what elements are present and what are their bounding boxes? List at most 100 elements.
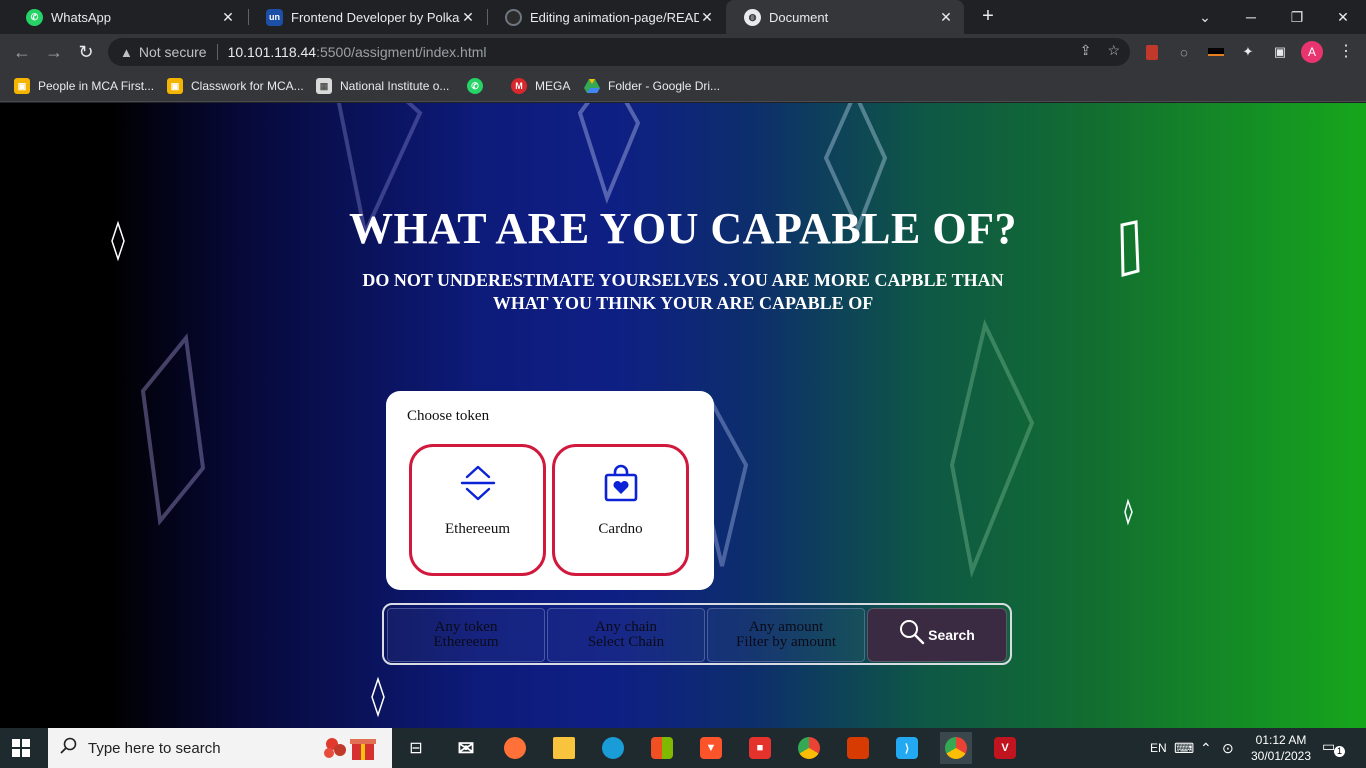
chain-filter-label: Any chain [594, 619, 658, 635]
security-label: Not secure [138, 44, 207, 60]
search-icon [60, 737, 78, 759]
forward-button[interactable]: → [42, 40, 66, 64]
bookmark-label: People in MCA First... [38, 79, 155, 93]
token-filter[interactable]: Any token Ethereeum [387, 608, 545, 662]
classroom-icon: ▣ [167, 78, 183, 94]
browser-toolbar: ← → ↻ ▲ Not secure 10.101.118.44 :5500/a… [0, 34, 1366, 70]
tab-title: WhatsApp [51, 9, 111, 25]
bookmark-item[interactable]: Folder - Google Dri... [584, 76, 720, 96]
firefox-app-icon[interactable] [499, 732, 531, 764]
bookmark-label: National Institute o... [340, 79, 450, 93]
notification-center-icon[interactable]: ▭ 1 [1322, 738, 1345, 758]
amount-filter[interactable]: Any amount Filter by amount [707, 608, 865, 662]
mega-icon: M [511, 78, 527, 94]
extension-bulb-icon[interactable]: ◌ [1174, 42, 1194, 62]
diamond-shape [577, 103, 641, 204]
bookmark-item[interactable]: ▣ People in MCA First... [14, 76, 154, 96]
token-filter-value: Ethereeum [433, 634, 499, 650]
tab-polkadex[interactable]: un Frontend Developer by Polkadex ✕ [248, 0, 486, 34]
extensions-puzzle-icon[interactable]: ✦ [1238, 42, 1258, 62]
language-indicator[interactable]: EN [1150, 728, 1167, 768]
close-icon[interactable]: ✕ [699, 9, 715, 26]
google-drive-icon [584, 78, 600, 94]
classroom-icon: ▣ [14, 78, 30, 94]
amount-filter-label: Any amount [748, 619, 824, 635]
small-diamond [371, 676, 385, 718]
filter-search-bar: Any token Ethereeum Any chain Select Cha… [382, 603, 1012, 665]
bookmark-star-icon[interactable]: ☆ [1107, 42, 1120, 59]
chrome-app-icon[interactable] [793, 732, 825, 764]
page-title: WHAT ARE YOU CAPABLE OF? [349, 204, 1017, 253]
task-view-icon[interactable]: ⊟ [400, 732, 432, 764]
side-panel-icon[interactable]: ▣ [1270, 42, 1290, 62]
share-icon[interactable]: ⇪ [1080, 42, 1092, 59]
chain-filter-value: Select Chain [587, 634, 665, 650]
minimize-button[interactable]: ─ [1228, 0, 1274, 34]
diamond-shape [949, 319, 1035, 579]
token-name: Cardno [598, 521, 643, 537]
page-viewport: WHAT ARE YOU CAPABLE OF? DO NOT UNDEREST… [0, 103, 1366, 728]
tab-search-chevron-icon[interactable]: ⌄ [1182, 0, 1228, 34]
network-icon[interactable]: ⊙ [1222, 728, 1234, 768]
restore-button[interactable]: ❐ [1274, 0, 1320, 34]
chrome-profile-app-icon[interactable] [940, 732, 972, 764]
warning-icon[interactable]: ▲ [120, 45, 133, 60]
tab-document[interactable]: ◍ Document ✕ [726, 0, 964, 34]
token-option-ethereeum[interactable]: Ethereeum [409, 444, 546, 576]
small-diamond [1124, 498, 1133, 526]
tab-title: Editing animation-page/README [530, 9, 699, 25]
address-bar[interactable]: ▲ Not secure 10.101.118.44 :5500/assigme… [108, 38, 1130, 66]
file-explorer-app-icon[interactable] [548, 732, 580, 764]
brave-app-icon[interactable]: ▼ [695, 732, 727, 764]
edge-app-icon[interactable] [597, 732, 629, 764]
extension-book-icon[interactable] [1142, 42, 1162, 62]
unstop-icon: un [266, 8, 283, 26]
bookmark-item[interactable]: ▣ Classwork for MCA... [167, 76, 304, 96]
token-option-cardno[interactable]: Cardno [552, 444, 689, 576]
token-filter-label: Any token [434, 619, 498, 635]
keyboard-icon[interactable]: ⌨ [1174, 728, 1194, 768]
choose-token-label: Choose token [407, 408, 490, 424]
back-button[interactable]: ← [10, 40, 34, 64]
vscode-app-icon[interactable]: ⟩ [891, 732, 923, 764]
token-name: Ethereeum [445, 521, 510, 537]
bookmark-item[interactable]: ✆ [467, 76, 491, 96]
choose-token-card: Choose token Ethereeum Cardno [386, 391, 714, 590]
recorder-app-icon[interactable]: ■ [744, 732, 776, 764]
tab-title: Document [769, 9, 829, 25]
search-button[interactable]: Search [867, 608, 1007, 662]
close-window-button[interactable]: ✕ [1320, 0, 1366, 34]
gift-flowers-icon [324, 738, 376, 760]
office-app-icon[interactable] [842, 732, 874, 764]
chain-filter[interactable]: Any chain Select Chain [547, 608, 705, 662]
extension-hat-icon[interactable] [1206, 42, 1226, 62]
bookmarks-bar: ▣ People in MCA First... ▣ Classwork for… [0, 70, 1366, 102]
more-menu-icon[interactable]: ⋮ [1338, 41, 1354, 61]
whatsapp-icon: ✆ [26, 8, 43, 26]
clock-date: 30/01/2023 [1250, 749, 1312, 763]
windows-start-icon[interactable] [12, 739, 30, 757]
store-app-icon[interactable] [646, 732, 678, 764]
bookmark-item[interactable]: M MEGA [511, 76, 570, 96]
close-icon[interactable]: ✕ [460, 9, 476, 26]
mail-app-icon[interactable]: ✉ [450, 732, 482, 764]
winrar-app-icon[interactable]: V [989, 732, 1021, 764]
tab-whatsapp[interactable]: ✆ WhatsApp ✕ [8, 0, 246, 34]
whatsapp-icon: ✆ [467, 78, 483, 94]
url-host: 10.101.118.44 [227, 44, 317, 60]
windows-taskbar: Type here to search ⊟ ✉ ▼ ■ ⟩ V EN ⌨ ⌃ ⊙… [0, 728, 1366, 768]
new-tab-button[interactable]: + [978, 5, 998, 29]
taskbar-search-box[interactable]: Type here to search [48, 728, 392, 768]
tab-github-readme[interactable]: Editing animation-page/README ✕ [487, 0, 725, 34]
bookmark-item[interactable]: ▦ National Institute o... [316, 76, 449, 96]
taskbar-clock[interactable]: 01:12 AM 30/01/2023 [1244, 732, 1318, 764]
close-icon[interactable]: ✕ [220, 9, 236, 26]
tray-chevron-up-icon[interactable]: ⌃ [1200, 728, 1212, 768]
reload-button[interactable]: ↻ [74, 40, 98, 64]
profile-avatar[interactable]: A [1301, 41, 1323, 63]
github-icon [505, 8, 522, 26]
taskbar-search-placeholder: Type here to search [88, 739, 221, 757]
nit-icon: ▦ [316, 78, 332, 94]
close-icon[interactable]: ✕ [938, 9, 954, 26]
browser-tab-strip: ✆ WhatsApp ✕ un Frontend Developer by Po… [0, 0, 1366, 34]
